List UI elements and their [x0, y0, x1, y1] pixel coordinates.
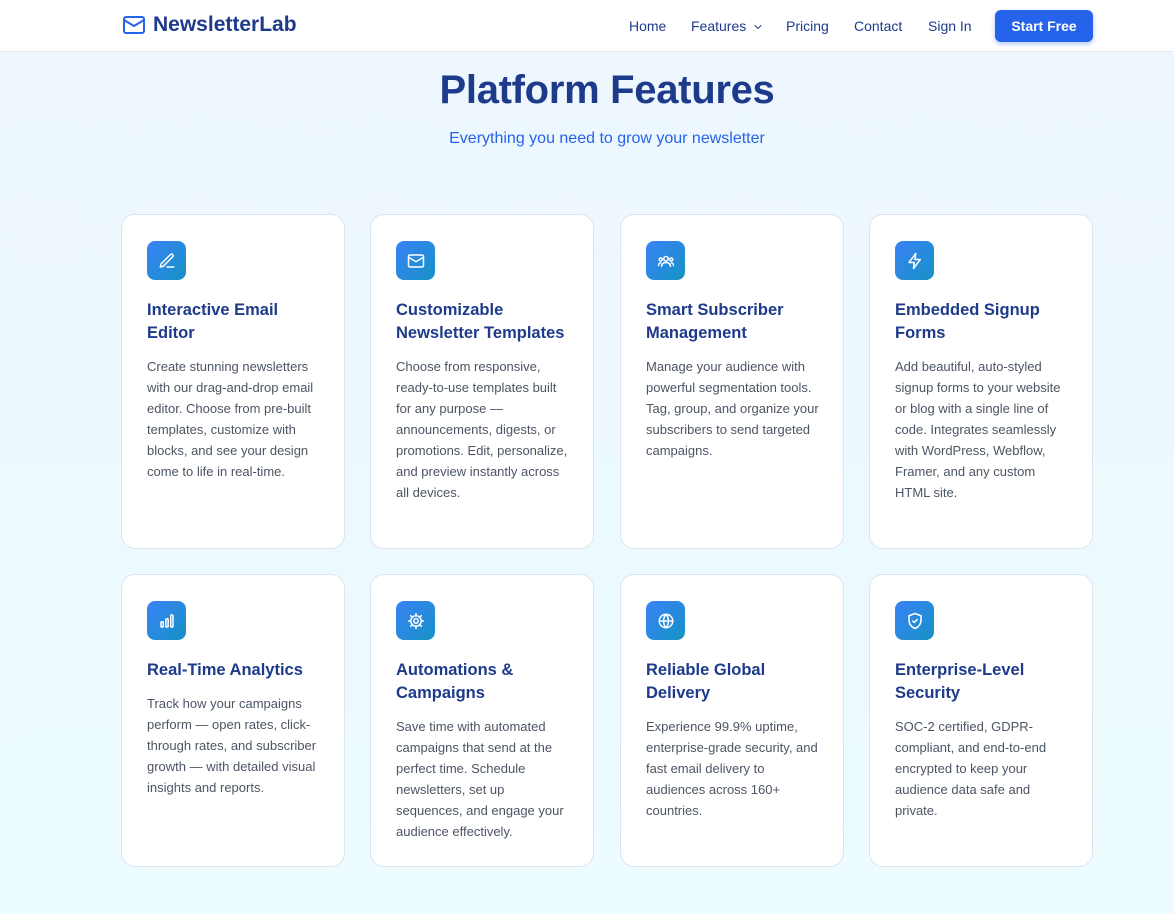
feature-card-email-editor: Interactive Email Editor Create stunning… — [121, 214, 345, 549]
feature-title: Automations & Campaigns — [396, 661, 514, 702]
feature-card-subscriber-management: Smart Subscriber Management Manage your … — [620, 214, 844, 549]
feature-card-templates: Customizable Newsletter Templates Choose… — [370, 214, 594, 549]
feature-description: Add beautiful, auto-styled signup forms … — [895, 359, 1061, 500]
nav-sign-in-link[interactable]: Sign In — [928, 17, 972, 35]
page-title: Platform Features — [439, 68, 775, 112]
feature-description: Create stunning newsletters with our dra… — [147, 359, 314, 479]
feature-card-global-delivery: Reliable Global Delivery Experience 99.9… — [620, 574, 844, 867]
nav-pricing-link[interactable]: Pricing — [786, 17, 829, 35]
feature-description: Choose from responsive, ready-to-use tem… — [396, 359, 568, 500]
mail-icon — [122, 13, 146, 37]
lightning-icon — [895, 241, 934, 280]
feature-card-analytics: Real-Time Analytics Track how your campa… — [121, 574, 345, 867]
feature-description: SOC-2 certified, GDPR-compliant, and end… — [895, 719, 1047, 818]
feature-title: Enterprise-Level Security — [895, 661, 1025, 702]
shield-check-icon — [895, 601, 934, 640]
feature-title: Interactive Email Editor — [147, 301, 279, 342]
mail-icon — [396, 241, 435, 280]
feature-card-automations: Automations & Campaigns Save time with a… — [370, 574, 594, 867]
feature-description: Save time with automated campaigns that … — [396, 719, 564, 839]
feature-title: Real-Time Analytics — [147, 661, 303, 679]
bar-chart-icon — [147, 601, 186, 640]
feature-description: Experience 99.9% uptime, enterprise-grad… — [646, 719, 818, 818]
page-subtitle: Everything you need to grow your newslet… — [449, 130, 765, 147]
nav-contact-link[interactable]: Contact — [854, 17, 902, 35]
globe-icon — [646, 601, 685, 640]
feature-title: Smart Subscriber Management — [646, 301, 784, 342]
feature-description: Track how your campaigns perform — open … — [147, 696, 317, 795]
feature-card-signup-forms: Embedded Signup Forms Add beautiful, aut… — [869, 214, 1093, 549]
nav-features-label: Features — [691, 18, 747, 34]
start-free-button[interactable]: Start Free — [995, 10, 1093, 42]
gear-icon — [396, 601, 435, 640]
feature-title: Customizable Newsletter Templates — [396, 301, 565, 342]
brand-name: NewsletterLab — [153, 13, 297, 36]
feature-title: Reliable Global Delivery — [646, 661, 766, 702]
feature-card-security: Enterprise-Level Security SOC-2 certifie… — [869, 574, 1093, 867]
nav-features-dropdown[interactable]: Features — [691, 17, 764, 35]
users-icon — [646, 241, 685, 280]
top-navbar: NewsletterLab Home Features Pricing Cont… — [0, 0, 1174, 52]
nav-home-link[interactable]: Home — [629, 17, 666, 35]
edit-icon — [147, 241, 186, 280]
feature-description: Manage your audience with powerful segme… — [646, 359, 819, 458]
chevron-down-icon — [752, 21, 764, 33]
feature-title: Embedded Signup Forms — [895, 301, 1040, 342]
brand-logo[interactable]: NewsletterLab — [122, 12, 297, 38]
